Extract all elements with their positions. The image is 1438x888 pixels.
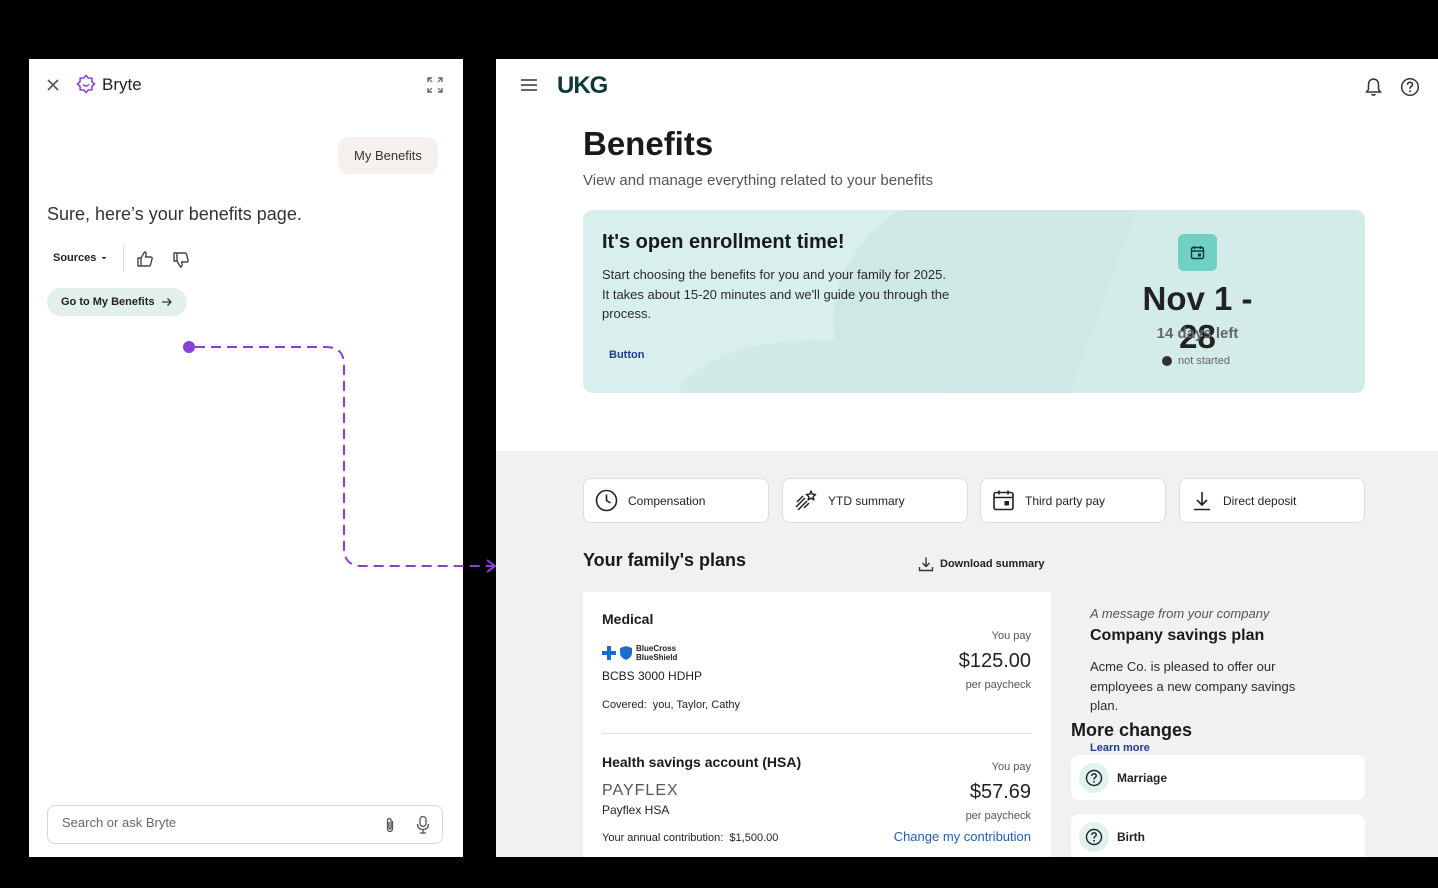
life-event-label: Marriage <box>1117 770 1168 785</box>
hsa-plan-name: Health savings account (HSA) <box>602 754 802 770</box>
enrollment-button[interactable]: Button <box>609 349 644 361</box>
calendar-icon <box>993 490 1014 511</box>
paperclip-icon[interactable] <box>381 816 399 834</box>
medical-plan-name: Medical <box>602 611 654 627</box>
learn-more-link[interactable]: Learn more <box>1090 742 1150 754</box>
more-changes-title: More changes <box>1071 720 1193 740</box>
life-event-label: Birth <box>1117 829 1145 844</box>
question-icon <box>1079 821 1109 852</box>
enrollment-title: It's open enrollment time! <box>602 231 845 253</box>
medical-amount: $125.00 <box>958 650 1031 672</box>
download-icon <box>918 557 934 572</box>
microphone-icon[interactable] <box>414 815 432 835</box>
status-label: not started <box>1178 355 1230 367</box>
enrollment-text: Start choosing the benefits for you and … <box>602 267 950 321</box>
go-to-my-benefits-button[interactable]: Go to My Benefits <box>47 288 187 316</box>
thumbs-up-icon[interactable] <box>135 249 155 269</box>
family-plans-card: Medical BlueCross BlueShield BCBS 3000 HD… <box>583 592 1051 857</box>
change-contribution-link[interactable]: Change my contribution <box>894 829 1031 844</box>
contribution-value: $1,500.00 <box>729 832 779 844</box>
plan-divider <box>602 733 1032 734</box>
quick-link-label: Compensation <box>628 493 706 508</box>
calendar-icon <box>1190 246 1205 260</box>
blueshield-icon <box>620 646 632 660</box>
sources-dropdown[interactable]: Sources <box>53 252 108 264</box>
quick-link-label: Third party pay <box>1025 493 1106 508</box>
bryte-logo-icon <box>76 74 96 94</box>
help-icon[interactable] <box>1400 77 1420 97</box>
medical-per-label: per paycheck <box>965 679 1031 691</box>
company-message-note: A message from your company <box>1090 606 1270 621</box>
hamburger-menu-icon[interactable] <box>521 78 537 92</box>
medical-plan-title: BCBS 3000 HDHP <box>602 669 703 683</box>
life-event-birth[interactable]: Birth <box>1071 814 1365 857</box>
family-plans-title: Your family's plans <box>583 550 746 570</box>
enrollment-dates: Nov 1 - 28 <box>1142 280 1253 355</box>
quick-link-direct-deposit[interactable]: Direct deposit <box>1179 478 1365 523</box>
benefits-app: UKG Benefits View and manage everything … <box>496 59 1438 857</box>
assistant-title: Bryte <box>102 75 142 94</box>
assistant-search-input[interactable] <box>62 815 362 830</box>
connector-arrowhead <box>486 559 497 573</box>
close-icon[interactable] <box>45 77 61 93</box>
arrow-right-icon <box>161 298 172 306</box>
bell-icon[interactable] <box>1364 77 1383 97</box>
sources-label: Sources <box>53 252 97 264</box>
ukg-logo[interactable]: UKG <box>557 72 608 100</box>
page-subtitle: View and manage everything related to yo… <box>583 172 933 189</box>
go-to-my-benefits-label: Go to My Benefits <box>61 296 155 308</box>
quick-link-label: Direct deposit <box>1223 493 1297 508</box>
covered-label: Covered: <box>602 699 647 711</box>
feedback-divider <box>123 245 124 272</box>
hsa-per-label: per paycheck <box>965 810 1031 822</box>
payflex-logo: PAYFLEX <box>602 782 679 799</box>
shooting-star-icon <box>795 489 817 511</box>
status-dot <box>1162 356 1172 366</box>
quick-link-third-party-pay[interactable]: Third party pay <box>980 478 1166 523</box>
bluecross-cross-icon <box>602 646 616 660</box>
quick-link-ytd-summary[interactable]: YTD summary <box>782 478 968 523</box>
download-summary-link[interactable]: Download summary <box>918 556 1045 572</box>
life-event-marriage[interactable]: Marriage <box>1071 755 1365 800</box>
covered-members: Covered: you, Taylor, Cathy <box>602 699 740 711</box>
download-icon <box>1194 491 1210 510</box>
quick-link-label: YTD summary <box>828 493 905 508</box>
bcbs-logo: BlueCross BlueShield <box>602 644 677 662</box>
thumbs-down-icon[interactable] <box>171 250 191 270</box>
annual-contribution: Your annual contribution: $1,500.00 <box>602 832 778 844</box>
calendar-badge <box>1178 234 1217 271</box>
question-icon <box>1079 762 1109 793</box>
bcbs-logo-text: BlueCross BlueShield <box>636 644 678 662</box>
enrollment-banner: It's open enrollment time! Start choosin… <box>583 210 1365 393</box>
status-badge: not started <box>1162 355 1230 367</box>
assistant-search-box <box>47 805 443 844</box>
company-message-title: Company savings plan <box>1090 627 1265 644</box>
bot-message: Sure, here’s your benefits page. <box>47 204 302 224</box>
download-summary-label: Download summary <box>940 558 1045 570</box>
page-title: Benefits <box>583 125 714 162</box>
company-message-body: Acme Co. is pleased to offer our employe… <box>1090 659 1296 713</box>
hsa-amount: $57.69 <box>969 781 1031 803</box>
hsa-you-pay-label: You pay <box>991 761 1031 773</box>
quick-link-compensation[interactable]: Compensation <box>583 478 769 523</box>
assistant-panel: Bryte My Benefits Sure, here’s your bene… <box>29 59 463 857</box>
contribution-label: Your annual contribution: <box>602 832 724 844</box>
hsa-plan-title: Payflex HSA <box>602 803 670 817</box>
days-left: 14 days left <box>1156 325 1239 342</box>
caret-down-icon <box>101 257 107 260</box>
medical-you-pay-label: You pay <box>991 630 1031 642</box>
clock-icon <box>595 489 618 512</box>
covered-value: you, Taylor, Cathy <box>652 699 740 711</box>
expand-icon[interactable] <box>427 77 443 93</box>
user-message: My Benefits <box>338 137 438 174</box>
